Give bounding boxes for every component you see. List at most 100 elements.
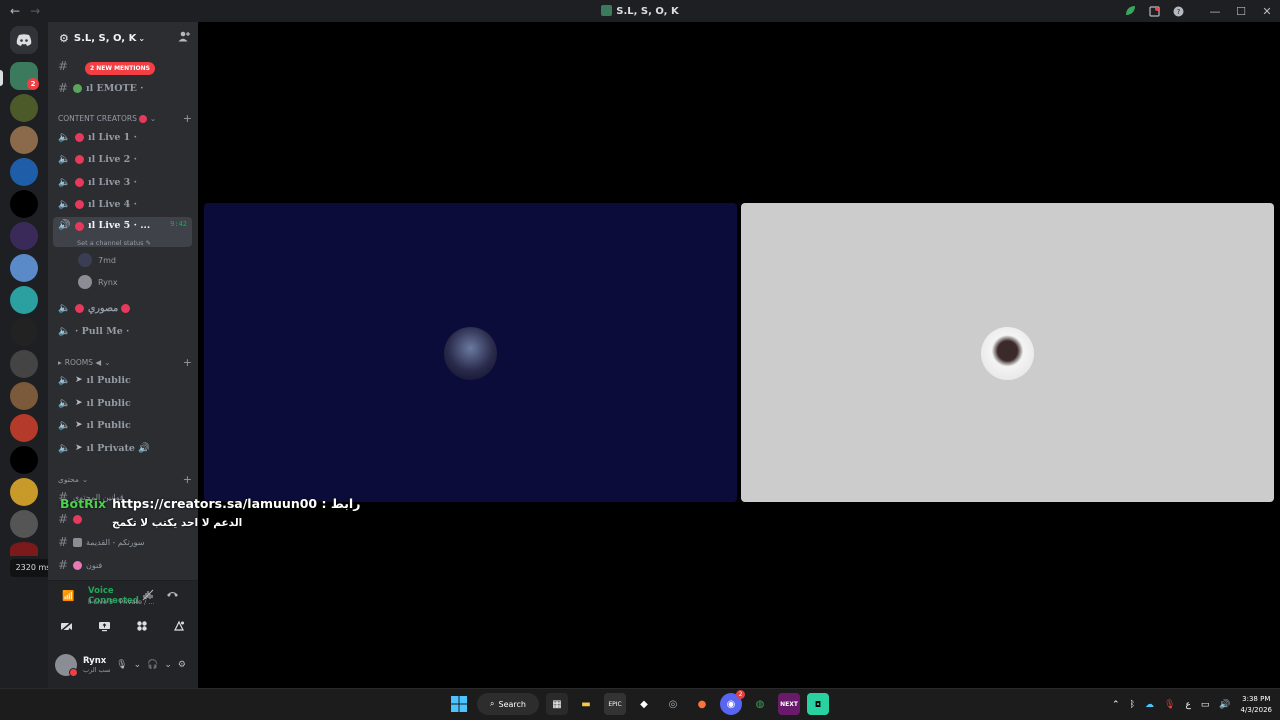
channel-photographer[interactable]: 🔈 مصوري [53, 298, 192, 318]
participant-tile-rynx[interactable] [741, 203, 1274, 502]
pencil-icon: ✎ [145, 239, 152, 247]
chevron-down-icon: ⌄ [104, 358, 111, 367]
maximize-button[interactable]: ☐ [1228, 0, 1254, 22]
server-icon-10[interactable] [10, 350, 38, 378]
channel-pull-me[interactable]: 🔈 · Pull Me · [53, 321, 192, 341]
channel-private[interactable]: 🔈 ➤ ıl Private 🔊 [53, 438, 192, 458]
app-icon[interactable]: ◘ [807, 693, 829, 715]
headphones-icon[interactable]: 🎧 [147, 660, 158, 670]
close-button[interactable]: ✕ [1254, 0, 1280, 22]
window-title-text: S.L, S, O, K [616, 6, 679, 17]
voice-connected-channel[interactable]: ıl Live 5 · Private / ... [40, 598, 155, 606]
language-indicator[interactable]: ع [1185, 700, 1190, 710]
chevron-down-icon: ⌄ [149, 114, 157, 123]
no-entry-icon [75, 303, 84, 313]
server-icon-7[interactable] [10, 254, 38, 282]
discord-taskbar-icon[interactable]: ◉ 2 [720, 690, 745, 715]
new-mentions-badge[interactable]: 2 NEW MENTIONS [85, 62, 155, 75]
add-channel-icon[interactable]: + [183, 112, 192, 125]
participant-tile-7md[interactable] [204, 203, 737, 502]
cloud-icon[interactable]: ☁ [1145, 700, 1154, 710]
server-icon-11[interactable] [10, 382, 38, 410]
store-icon[interactable]: ▦ [546, 693, 568, 715]
leaf-icon[interactable] [1118, 0, 1142, 22]
red-circle-icon [75, 177, 84, 187]
chevron-down-icon: ⌄ [138, 33, 146, 43]
forward-icon[interactable]: → [30, 4, 40, 18]
voice-user-rynx[interactable]: Rynx [78, 273, 118, 291]
server-icon-8[interactable] [10, 286, 38, 314]
red-circle-icon [75, 222, 84, 231]
channel-status[interactable]: Set a channel status ✎ [77, 239, 151, 247]
server-icon-9[interactable] [10, 318, 38, 346]
activities-icon[interactable] [129, 617, 155, 635]
clock[interactable]: 3:38 PM 4/3/2026 [1241, 694, 1272, 716]
server-icon-16[interactable] [10, 542, 38, 556]
channel-content-4[interactable]: # فنون [53, 555, 192, 575]
back-icon[interactable]: ← [10, 4, 20, 18]
category-rooms[interactable]: ▸ ROOMS ◀ ⌄ + [58, 356, 192, 369]
server-icon-6[interactable] [10, 222, 38, 250]
folder-icon[interactable]: ▬ [575, 693, 597, 715]
server-icon-2[interactable] [10, 94, 38, 122]
screen-share-icon[interactable] [91, 617, 117, 635]
alien-emoji-icon [73, 83, 82, 93]
server-icon-14[interactable] [10, 478, 38, 506]
microphone-tray-icon[interactable]: 🎙 [1164, 700, 1175, 710]
category-content-creators[interactable]: CONTENT CREATORS ⌄ + [58, 112, 192, 125]
avatar[interactable] [55, 654, 78, 677]
channel-live-3[interactable]: 🔈 ıl Live 3 · [53, 172, 192, 192]
volume-icon[interactable]: 🔊 [1219, 700, 1230, 710]
epic-games-icon[interactable]: EPIC [604, 693, 626, 715]
speaker-icon: 🔈 [58, 442, 71, 454]
network-icon[interactable]: ▭ [1201, 700, 1210, 710]
gear-icon[interactable]: ⚙ [178, 660, 186, 670]
taskbar-search[interactable]: ⌕ Search [477, 693, 539, 715]
category-content[interactable]: محتوى ⌄ + [58, 473, 192, 486]
channel-live-4[interactable]: 🔈 ıl Live 4 · [53, 194, 192, 214]
voice-user-7md[interactable]: 7md [78, 251, 116, 269]
unity-icon[interactable]: ◆ [633, 693, 655, 715]
channel-public-2[interactable]: 🔈 ➤ ıl Public [53, 393, 192, 413]
red-dot-icon [138, 114, 147, 123]
disconnect-icon[interactable] [166, 589, 179, 602]
firefox-icon[interactable]: ● [691, 693, 713, 715]
channel-public-1[interactable]: 🔈 ➤ ıl Public [53, 370, 192, 390]
steam-icon[interactable]: ◎ [662, 693, 684, 715]
bluetooth-icon[interactable]: ᛒ [1130, 700, 1135, 710]
chrome-icon[interactable]: ◍ [749, 693, 771, 715]
add-channel-icon[interactable]: + [183, 356, 192, 369]
discord-home-icon[interactable] [10, 26, 38, 54]
channel-live-2[interactable]: 🔈 ıl Live 2 · [53, 149, 192, 169]
next-app-icon[interactable]: NEXT [778, 693, 800, 715]
server-icon-5[interactable] [10, 190, 38, 218]
chevron-down-icon[interactable]: ⌄ [164, 660, 172, 670]
red-circle-icon [75, 199, 84, 209]
add-user-icon[interactable] [178, 31, 190, 45]
noise-suppression-icon[interactable] [142, 589, 154, 604]
help-icon[interactable]: ? [1166, 0, 1190, 22]
soundboard-icon[interactable] [166, 617, 192, 635]
add-channel-icon[interactable]: + [183, 473, 192, 486]
server-icon-4[interactable] [10, 158, 38, 186]
palette-icon [73, 560, 82, 570]
channel-live-1[interactable]: 🔈 ıl Live 1 · [53, 127, 192, 147]
channel-content-3[interactable]: # سورتكم - القديمة [53, 532, 192, 552]
server-header[interactable]: ⚙ S.L, S, O, K ⌄ [48, 22, 198, 54]
microphone-icon[interactable]: 🎙 [116, 660, 127, 670]
server-icon-12[interactable] [10, 414, 38, 442]
camera-off-icon[interactable] [54, 617, 80, 635]
chevron-up-icon[interactable]: ⌃ [1112, 700, 1120, 710]
channel-emote[interactable]: # ıl EMOTE · [53, 78, 192, 98]
server-icon-13[interactable] [10, 446, 38, 474]
play-icon: ➤ [75, 375, 83, 385]
server-icon-15[interactable] [10, 510, 38, 538]
server-icon-3[interactable] [10, 126, 38, 154]
channel-public-3[interactable]: 🔈 ➤ ıl Public [53, 415, 192, 435]
chevron-down-icon[interactable]: ⌄ [134, 660, 142, 670]
windows-start-icon[interactable] [448, 693, 470, 715]
inbox-icon[interactable] [1142, 0, 1166, 22]
taskbar: ⌕ Search ▦ ▬ EPIC ◆ ◎ ● ◉ 2 ◍ NEXT ◘ ⌃ ᛒ … [0, 688, 1280, 720]
user-info[interactable]: Rynx سب الرب [83, 656, 110, 674]
minimize-button[interactable]: — [1202, 0, 1228, 22]
